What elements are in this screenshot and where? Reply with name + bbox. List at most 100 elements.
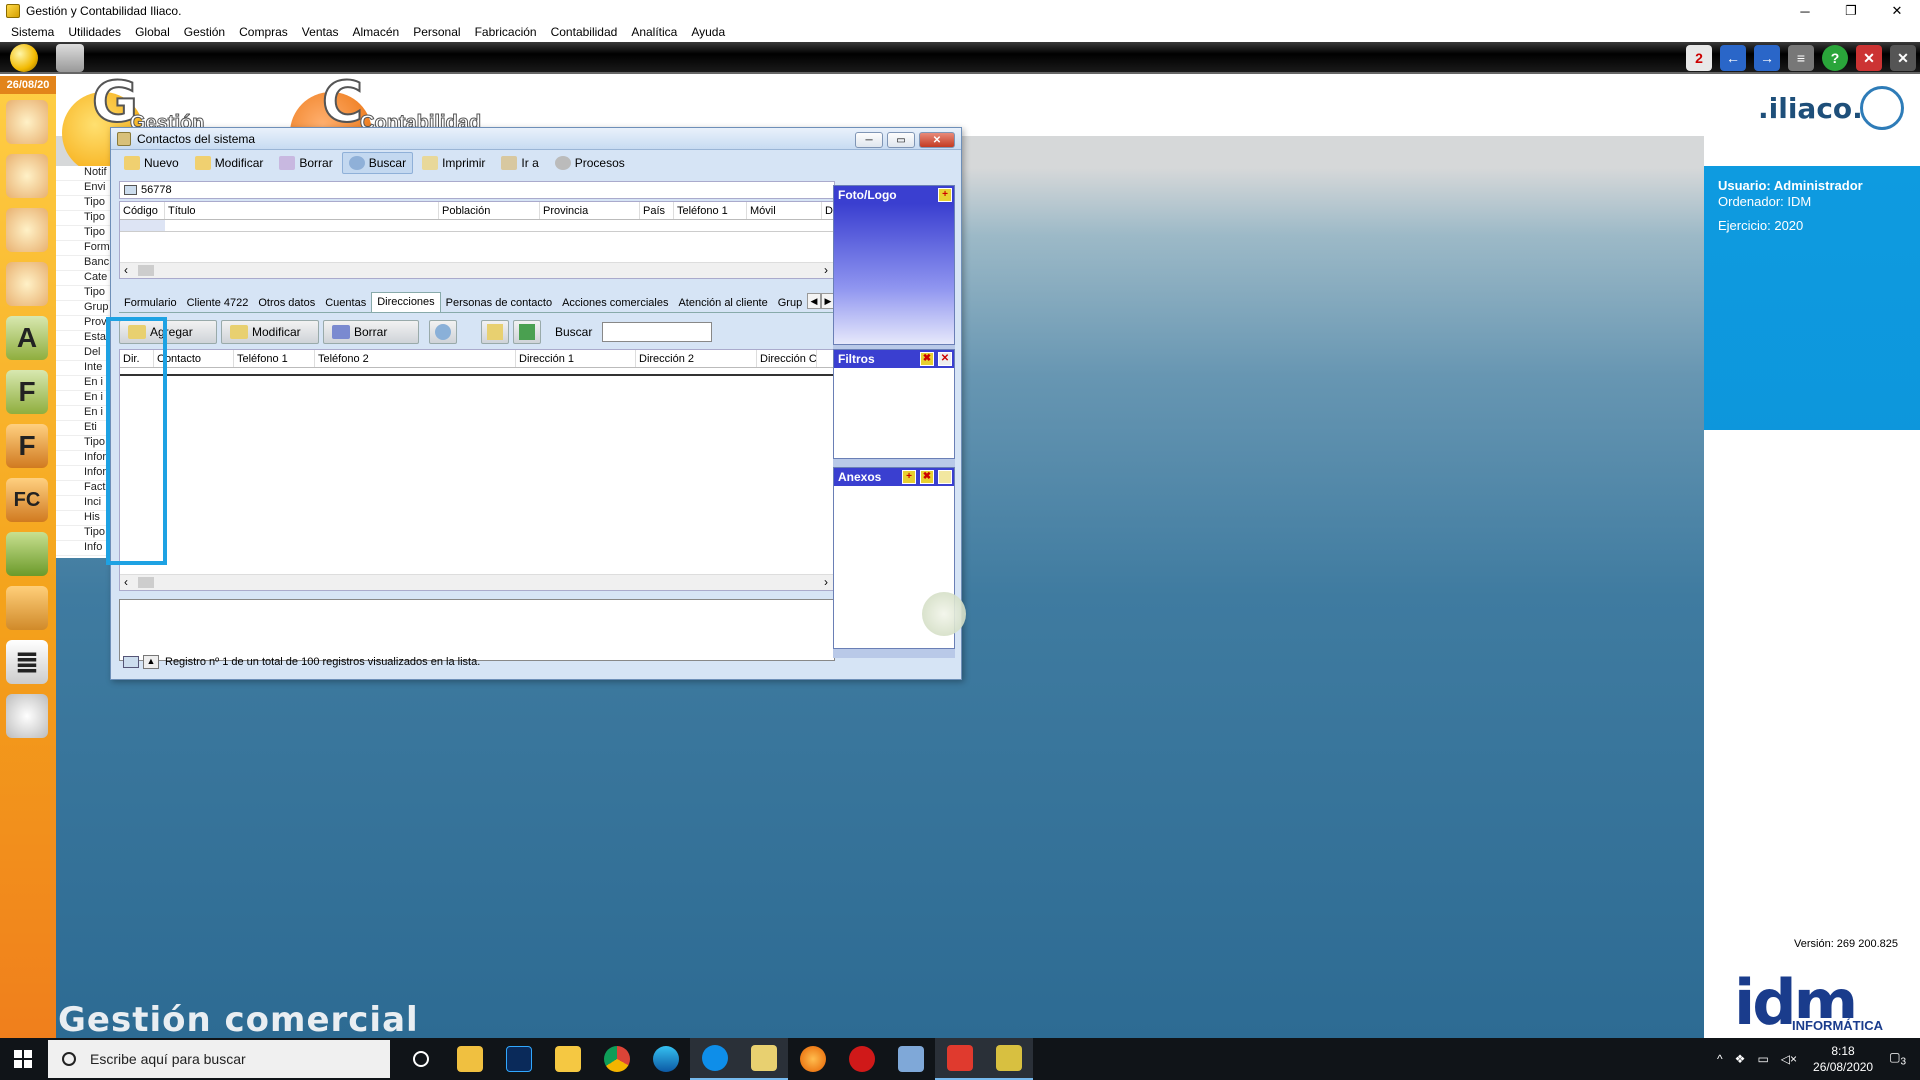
tab-grupos[interactable]: Grup <box>773 294 807 312</box>
chrome-icon[interactable] <box>592 1038 641 1080</box>
calendar-icon[interactable]: 2 <box>1686 45 1712 71</box>
rx-icon[interactable] <box>837 1038 886 1080</box>
tab-scroll-left-icon[interactable]: ◀ <box>807 293 821 309</box>
volume-icon[interactable]: ◁× <box>1781 1052 1797 1066</box>
horizontal-scrollbar[interactable]: ‹ › <box>120 262 834 278</box>
col-telefono1[interactable]: Teléfono 1 <box>234 350 315 367</box>
add-icon[interactable]: + <box>902 470 916 484</box>
col-direccion1[interactable]: Dirección 1 <box>516 350 636 367</box>
home-orb-icon[interactable] <box>10 44 38 72</box>
back-arrow-icon[interactable]: ← <box>1720 45 1746 71</box>
tab-atencion-cliente[interactable]: Atención al cliente <box>673 294 772 312</box>
nuevo-button[interactable]: Nuevo <box>117 152 186 174</box>
iliaco-app-icon[interactable] <box>739 1038 788 1080</box>
menu-contabilidad[interactable]: Contabilidad <box>544 25 625 39</box>
modificar-direccion-button[interactable]: Modificar <box>221 320 319 344</box>
folder-icon[interactable] <box>938 470 952 484</box>
list-item[interactable]: Esta <box>56 331 111 346</box>
list-item[interactable]: En i <box>56 391 111 406</box>
tab-formulario[interactable]: Formulario <box>119 294 182 312</box>
add-icon[interactable]: + <box>938 188 952 202</box>
buscar-button[interactable]: Buscar <box>341 152 414 174</box>
list-item[interactable]: Envi <box>56 181 111 196</box>
tab-cliente[interactable]: Cliente 4722 <box>182 294 254 312</box>
network-icon[interactable]: ▭ <box>1757 1052 1768 1066</box>
tools-icon[interactable]: ✖ <box>920 352 934 366</box>
fc-icon[interactable]: FC <box>6 478 48 522</box>
addresses-grid[interactable]: Dir. Contacto Teléfono 1 Teléfono 2 Dire… <box>119 349 835 591</box>
edge-icon[interactable] <box>641 1038 690 1080</box>
tab-direcciones[interactable]: Direcciones <box>371 292 441 312</box>
col-direccion-c[interactable]: Dirección C <box>757 350 817 367</box>
search-input[interactable] <box>602 322 713 342</box>
dialog-minimize-button[interactable]: ─ <box>855 132 883 148</box>
scroll-right-icon[interactable]: › <box>824 263 828 277</box>
scroll-left-icon[interactable]: ‹ <box>124 263 128 277</box>
help-icon[interactable]: ? <box>1822 45 1848 71</box>
clock[interactable]: 8:18 26/08/2020 <box>1813 1043 1873 1075</box>
col-telefono1[interactable]: Teléfono 1 <box>674 202 747 219</box>
procesos-button[interactable]: Procesos <box>548 152 632 174</box>
menu-almacen[interactable]: Almacén <box>346 25 407 39</box>
col-codigo[interactable]: Código <box>120 202 165 219</box>
imprimir-button[interactable]: Imprimir <box>415 152 492 174</box>
tools-icon[interactable]: ✖ <box>920 470 934 484</box>
list-item[interactable]: Eti <box>56 421 111 436</box>
col-titulo[interactable]: Título <box>165 202 439 219</box>
col-pais[interactable]: País <box>640 202 674 219</box>
list-item[interactable]: Tipo <box>56 526 111 541</box>
windows-list-icon[interactable]: ≡ <box>1788 45 1814 71</box>
list-item[interactable]: Prov <box>56 316 111 331</box>
scroll-right-icon[interactable]: › <box>824 575 828 589</box>
notes-area[interactable] <box>119 599 835 661</box>
dialog-maximize-button[interactable]: ▭ <box>887 132 915 148</box>
list-item[interactable]: Del <box>56 346 111 361</box>
start-button[interactable] <box>0 1038 46 1080</box>
chevron-up-icon[interactable]: ^ <box>1717 1052 1723 1066</box>
menu-compras[interactable]: Compras <box>232 25 295 39</box>
col-poblacion[interactable]: Población <box>439 202 540 219</box>
excel-button[interactable] <box>513 320 541 344</box>
clear-filter-icon[interactable]: ✕ <box>938 352 952 366</box>
code-field[interactable]: 56778 <box>119 181 835 199</box>
taskbar-search[interactable]: Escribe aquí para buscar <box>48 1040 390 1078</box>
menu-personal[interactable]: Personal <box>406 25 467 39</box>
table-row[interactable] <box>120 220 834 232</box>
menu-ayuda[interactable]: Ayuda <box>684 25 732 39</box>
borrar-button[interactable]: Borrar <box>272 152 339 174</box>
minimize-button[interactable]: ─ <box>1782 0 1828 22</box>
close-button[interactable]: ✕ <box>1874 0 1920 22</box>
tab-personas-contacto[interactable]: Personas de contacto <box>441 294 557 312</box>
green-box-icon[interactable] <box>6 532 48 576</box>
anydesk-icon[interactable] <box>935 1038 984 1080</box>
invoice-icon[interactable]: F <box>6 370 48 414</box>
export-button[interactable] <box>481 320 509 344</box>
tab-cuentas[interactable]: Cuentas <box>320 294 371 312</box>
list-item[interactable]: Form <box>56 241 111 256</box>
dropbox-icon[interactable]: ❖ <box>1735 1052 1746 1066</box>
horizontal-scrollbar[interactable]: ‹ › <box>120 574 834 590</box>
col-telefono2[interactable]: Teléfono 2 <box>315 350 516 367</box>
scroll-left-icon[interactable]: ‹ <box>124 575 128 589</box>
menu-fabricacion[interactable]: Fabricación <box>468 25 544 39</box>
maximize-button[interactable]: ❐ <box>1828 0 1874 22</box>
list-item[interactable]: Grup <box>56 301 111 316</box>
close-window-icon[interactable]: ✕ <box>1856 45 1882 71</box>
albaran-icon[interactable]: A <box>6 316 48 360</box>
modificar-button[interactable]: Modificar <box>188 152 271 174</box>
list-item[interactable]: Tipo <box>56 211 111 226</box>
col-movil[interactable]: Móvil <box>747 202 822 219</box>
list-item[interactable]: En i <box>56 406 111 421</box>
list-item[interactable]: Inci <box>56 496 111 511</box>
menu-ventas[interactable]: Ventas <box>295 25 346 39</box>
menu-sistema[interactable]: Sistema <box>4 25 61 39</box>
borrar-direccion-button[interactable]: Borrar <box>323 320 419 344</box>
col-direccion2[interactable]: Dirección 2 <box>636 350 757 367</box>
gestion-app-icon[interactable] <box>984 1038 1033 1080</box>
menu-global[interactable]: Global <box>128 25 177 39</box>
users-icon[interactable] <box>56 44 84 72</box>
list-item[interactable]: Infor <box>56 451 111 466</box>
window-app-icon[interactable] <box>886 1038 935 1080</box>
tab-otros-datos[interactable]: Otros datos <box>253 294 320 312</box>
tab-acciones-comerciales[interactable]: Acciones comerciales <box>557 294 673 312</box>
